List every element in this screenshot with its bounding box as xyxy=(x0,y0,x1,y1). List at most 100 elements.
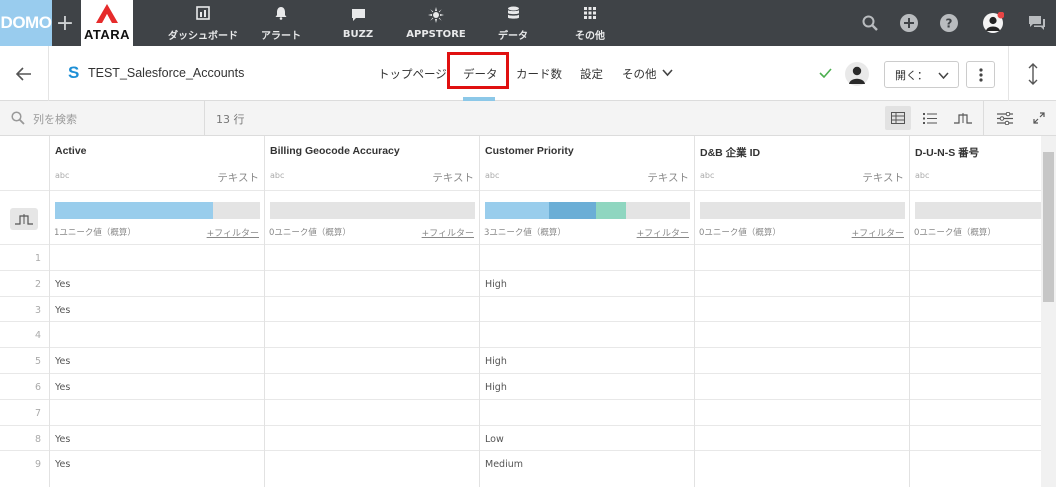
tab-settings[interactable]: 設定 xyxy=(580,66,603,82)
table-cell[interactable]: Yes xyxy=(55,356,70,367)
column-header-name[interactable]: Billing Geocode Accuracy xyxy=(270,145,400,157)
create-plus-button[interactable]: + xyxy=(52,0,78,46)
add-filter-link[interactable]: +フィルター xyxy=(207,226,259,239)
column-type-icon: abc xyxy=(485,171,500,180)
row-divider xyxy=(265,347,479,349)
row-divider xyxy=(695,244,909,245)
column-type-icon: abc xyxy=(55,171,70,180)
column-header-name[interactable]: D-U-N-S 番号 xyxy=(915,145,979,160)
nav-appstore[interactable]: APPSTORE xyxy=(403,0,469,46)
distribution-segment[interactable] xyxy=(55,202,213,219)
nav-buzz[interactable]: BUZZ xyxy=(336,0,380,46)
header-divider xyxy=(695,190,909,191)
expand-icon xyxy=(1033,112,1045,124)
tab-cards[interactable]: カード数 xyxy=(516,66,562,82)
column[interactable]: Customer Priority abc テキスト 3ユニーク値（概算） +フィルター… xyxy=(480,136,695,487)
search-icon[interactable] xyxy=(859,12,881,34)
row-divider xyxy=(0,347,49,349)
column-header-name[interactable]: D&B 企業 ID xyxy=(700,145,760,160)
nav-label: データ xyxy=(498,30,528,42)
row-divider xyxy=(480,373,694,374)
row-number: 5 xyxy=(34,356,41,368)
tab-more[interactable]: その他 xyxy=(622,66,657,82)
nav-label: APPSTORE xyxy=(406,28,466,40)
open-button[interactable]: 開く： xyxy=(884,61,959,88)
fullscreen-button[interactable] xyxy=(1026,106,1052,130)
row-divider xyxy=(265,424,479,426)
row-divider xyxy=(265,398,479,400)
table-cell[interactable]: Yes xyxy=(55,305,70,316)
table-cell[interactable]: Medium xyxy=(485,459,523,470)
row-number: 2 xyxy=(34,278,41,290)
expand-collapse-button[interactable] xyxy=(1008,46,1056,101)
column-type-label: テキスト xyxy=(217,172,259,184)
list-view-button[interactable] xyxy=(917,106,943,130)
column-settings-button[interactable] xyxy=(992,106,1018,130)
column-header-name[interactable]: Customer Priority xyxy=(485,145,574,157)
distribution-segment[interactable] xyxy=(548,202,596,219)
nav-alert[interactable]: アラート xyxy=(254,0,308,46)
table-cell[interactable]: High xyxy=(485,382,507,393)
table-cell[interactable]: Yes xyxy=(55,459,70,470)
back-button[interactable] xyxy=(0,46,49,101)
distribution-segment[interactable] xyxy=(595,202,627,219)
company-logo[interactable]: ATARA xyxy=(81,0,133,46)
row-divider xyxy=(50,424,264,426)
nav-dashboard[interactable]: ダッシュボード xyxy=(166,0,240,46)
unique-values-count: 0ユニーク値（概算） xyxy=(269,228,351,238)
row-divider xyxy=(480,347,694,349)
scrollbar-thumb[interactable] xyxy=(1043,152,1054,302)
column[interactable]: D&B 企業 ID abc テキスト 0ユニーク値（概算） +フィルター xyxy=(695,136,910,487)
column-header-name[interactable]: Active xyxy=(55,145,87,157)
help-icon[interactable]: ? xyxy=(938,12,960,34)
row-divider xyxy=(480,450,694,452)
column-search[interactable]: 列を検索 xyxy=(0,101,205,136)
unique-values-count: 1ユニーク値（概算） xyxy=(54,228,136,238)
row-divider xyxy=(480,269,694,271)
more-options-button[interactable] xyxy=(966,61,995,88)
domo-logo[interactable]: DOMO xyxy=(0,0,52,46)
owner-avatar[interactable] xyxy=(844,61,870,87)
chevron-down-icon[interactable] xyxy=(662,69,673,77)
tab-overview[interactable]: トップページ xyxy=(378,66,447,82)
add-filter-link[interactable]: +フィルター xyxy=(852,226,904,239)
profile-toggle-button[interactable] xyxy=(10,208,38,230)
nav-data[interactable]: データ xyxy=(492,0,534,46)
user-avatar[interactable] xyxy=(982,12,1004,34)
column[interactable]: Active abc テキスト 1ユニーク値（概算） +フィルター Yes Yes Yes Ye… xyxy=(50,136,265,487)
row-number: 4 xyxy=(34,330,41,342)
row-divider xyxy=(0,450,49,452)
column[interactable]: D-U-N-S 番号 abc 0ユニーク値（概算） xyxy=(910,136,1041,487)
list-icon xyxy=(923,112,937,124)
row-divider xyxy=(910,347,1041,349)
add-filter-link[interactable]: +フィルター xyxy=(637,226,689,239)
table-cell[interactable]: Yes xyxy=(55,382,70,393)
table-cell[interactable]: High xyxy=(485,356,507,367)
toolbar-divider xyxy=(983,101,984,136)
row-divider xyxy=(480,244,694,245)
appstore-icon xyxy=(428,6,444,23)
add-circle-icon[interactable] xyxy=(898,12,920,34)
messages-icon[interactable] xyxy=(1026,12,1048,34)
table-cell[interactable]: High xyxy=(485,279,507,290)
table-cell[interactable]: Yes xyxy=(55,279,70,290)
column[interactable]: Billing Geocode Accuracy abc テキスト 0ユニーク値（概算… xyxy=(265,136,480,487)
bell-icon xyxy=(273,5,289,21)
row-divider xyxy=(480,321,694,323)
row-divider xyxy=(50,450,264,452)
row-divider xyxy=(0,373,49,374)
table-cell[interactable]: Low xyxy=(485,434,504,445)
profile-view-button[interactable] xyxy=(950,106,976,130)
table-cell[interactable]: Yes xyxy=(55,434,70,445)
row-divider xyxy=(695,321,909,323)
row-divider xyxy=(695,424,909,426)
chat-icon xyxy=(350,7,366,23)
add-filter-link[interactable]: +フィルター xyxy=(422,226,474,239)
nav-more[interactable]: その他 xyxy=(567,0,613,46)
table-view-button[interactable] xyxy=(885,106,911,130)
value-distribution-bar xyxy=(55,202,260,219)
table-icon xyxy=(891,112,905,124)
distribution-segment[interactable] xyxy=(485,202,549,219)
row-number: 8 xyxy=(34,433,41,445)
row-number: 7 xyxy=(34,407,41,419)
